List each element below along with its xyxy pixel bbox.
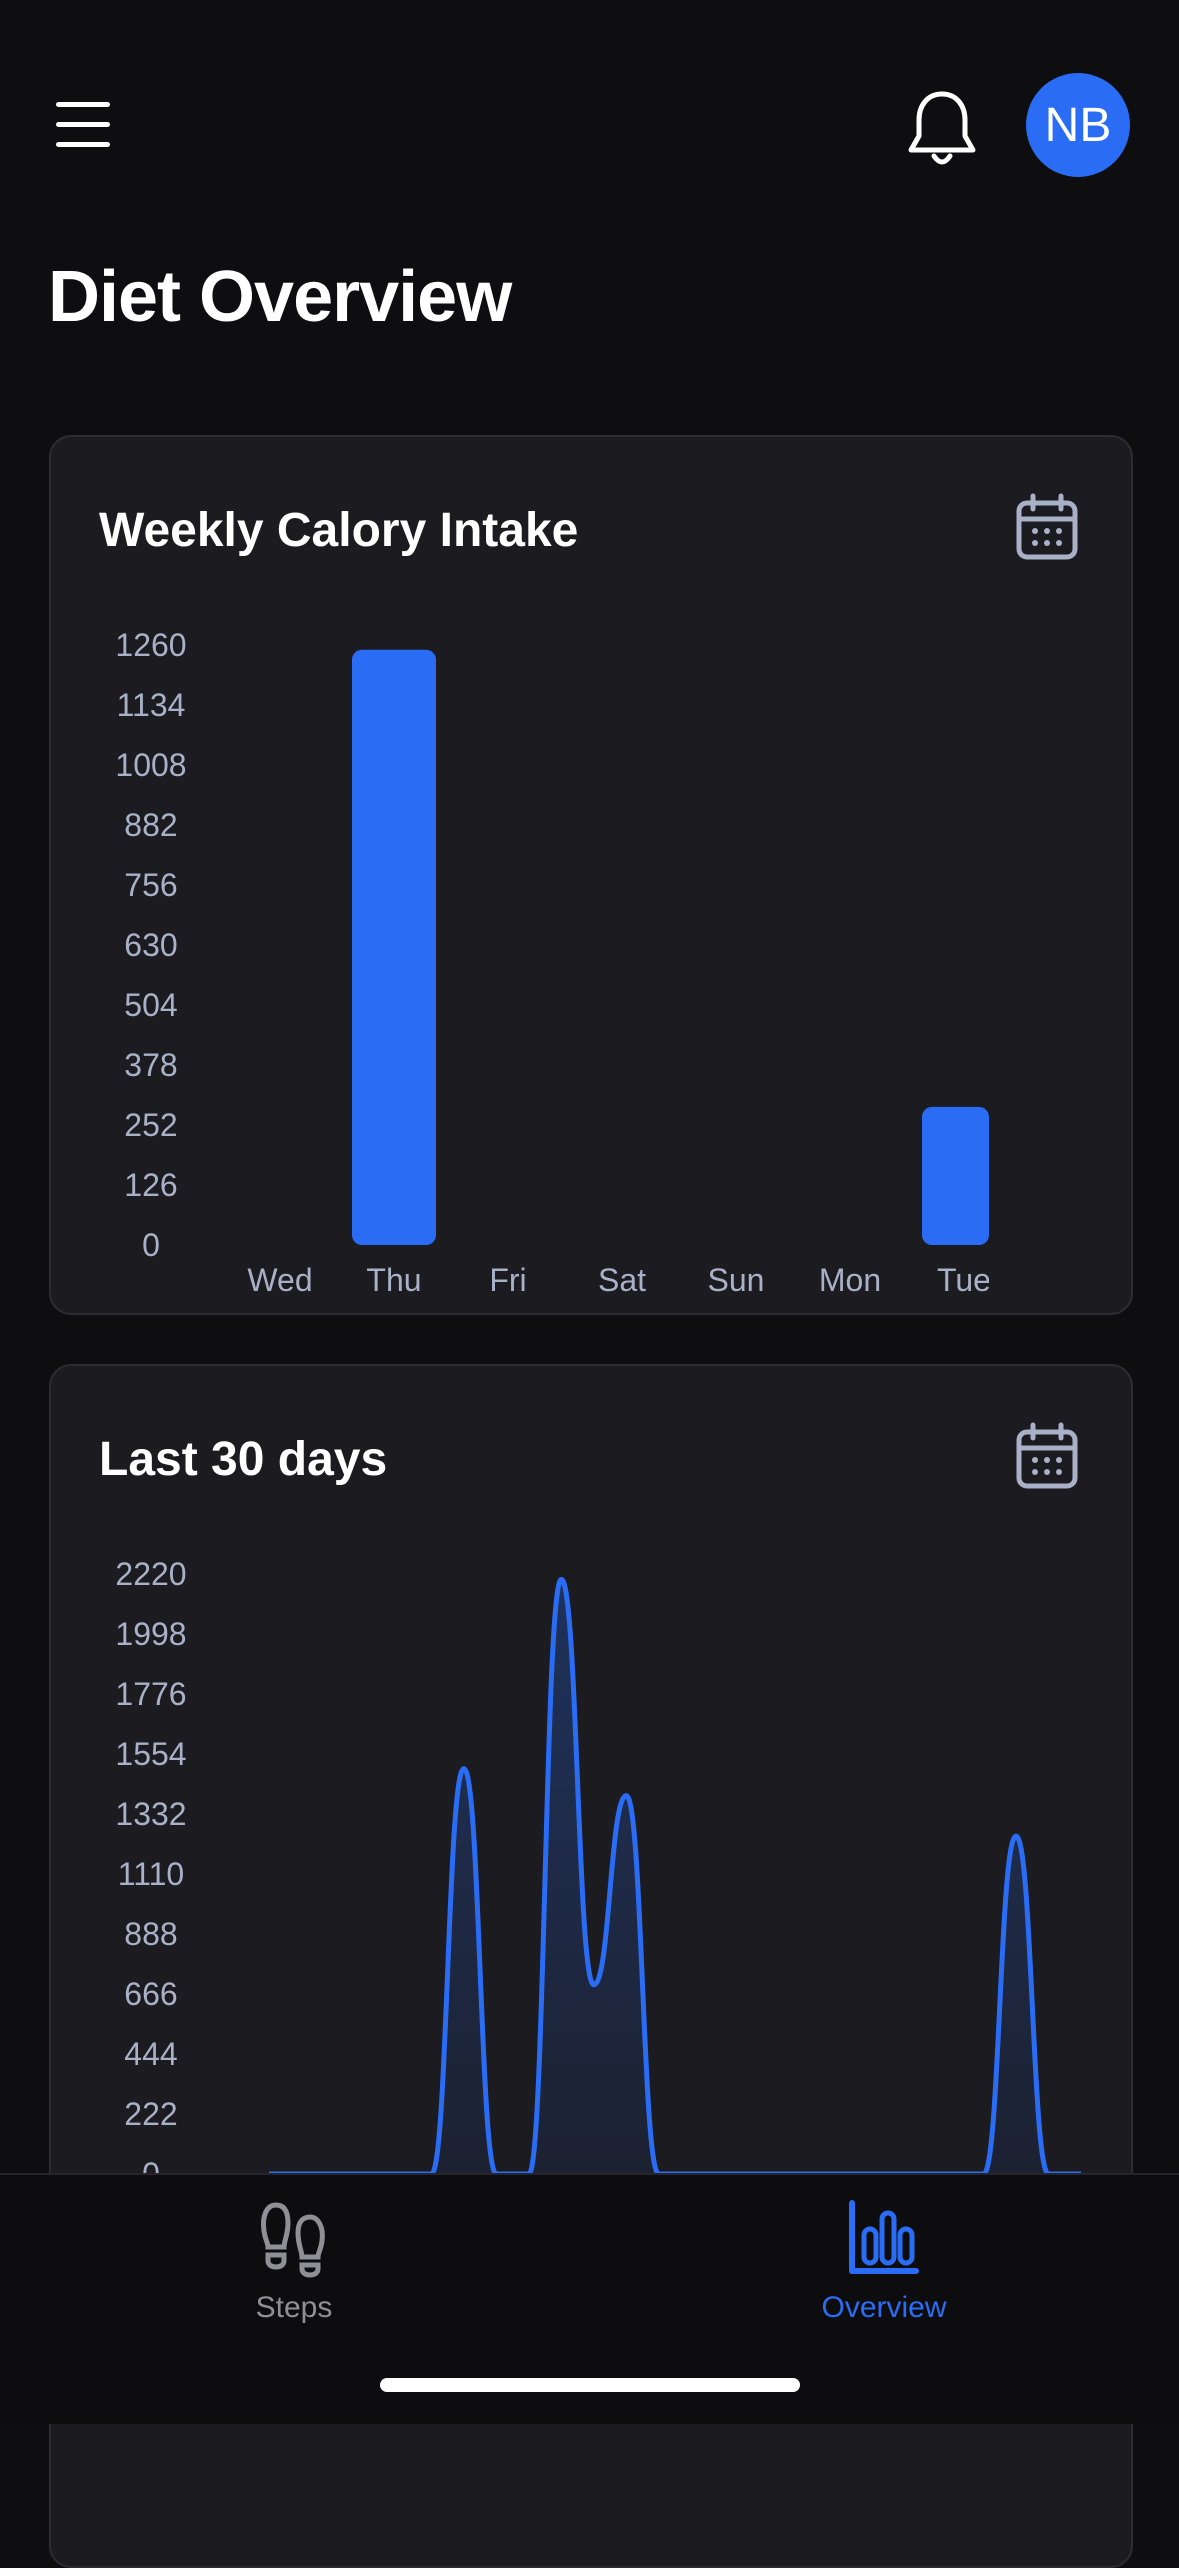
y-tick-label: 756 [124, 867, 177, 903]
weekly-calory-card: Weekly Calory Intake 1260 1134 1008 882 756 6… [49, 435, 1133, 1315]
y-tick-label: 222 [124, 2096, 177, 2132]
y-tick-label: 444 [124, 2036, 177, 2072]
bar [922, 1106, 989, 1245]
x-tick-label: Thu [366, 1262, 421, 1298]
y-tick-label: 630 [124, 927, 177, 963]
x-tick-label: Mon [819, 1262, 881, 1298]
y-tick-label: 1110 [118, 1856, 184, 1892]
footsteps-icon [261, 2202, 325, 2278]
chart-clip-mask [989, 1257, 1049, 1307]
area-fill [269, 1579, 1081, 2174]
y-tick-label: 2220 [115, 1556, 186, 1592]
avatar-initials: NB [1044, 98, 1112, 152]
tab-overview-label: Overview [821, 2291, 947, 2324]
y-tick-label: 1332 [115, 1796, 186, 1832]
x-tick-label: Tue [937, 1262, 991, 1298]
y-tick-label: 0 [142, 1227, 160, 1263]
y-tick-label: 666 [124, 1976, 177, 2012]
x-tick-label: Wed [247, 1262, 312, 1298]
bar [352, 649, 436, 1245]
y-tick-label: 1998 [115, 1616, 186, 1652]
y-tick-label: 1134 [117, 687, 186, 723]
y-tick-label: 126 [124, 1167, 177, 1203]
menu-button[interactable] [56, 102, 112, 150]
tab-steps-label: Steps [255, 2291, 333, 2324]
x-tick-label: Fri [489, 1262, 526, 1298]
bell-icon [908, 91, 976, 165]
y-tick-label: 1008 [115, 747, 186, 783]
x-tick-label: Sun [708, 1262, 765, 1298]
y-tick-label: 888 [124, 1916, 177, 1952]
y-tick-label: 378 [124, 1047, 177, 1083]
notifications-button[interactable] [905, 88, 979, 172]
y-tick-label: 1776 [115, 1676, 186, 1712]
bar-chart-icon [849, 2200, 919, 2274]
avatar[interactable]: NB [1026, 73, 1130, 177]
tab-steps[interactable]: Steps [144, 2195, 444, 2335]
y-tick-label: 1554 [115, 1736, 186, 1772]
area-line [268, 1576, 1081, 2177]
tab-overview[interactable]: Overview [734, 2195, 1034, 2335]
y-tick-label: 252 [124, 1107, 177, 1143]
weekly-bar-chart: 1260113410088827566305043782521260Wed Thu… [115, 627, 1049, 1307]
page-title: Diet Overview [48, 257, 512, 337]
y-tick-label: 1260 [115, 627, 186, 663]
y-tick-label: 882 [124, 807, 177, 843]
home-indicator [380, 2378, 800, 2392]
x-tick-label: Sat [598, 1262, 646, 1298]
y-tick-label: 504 [124, 987, 177, 1023]
